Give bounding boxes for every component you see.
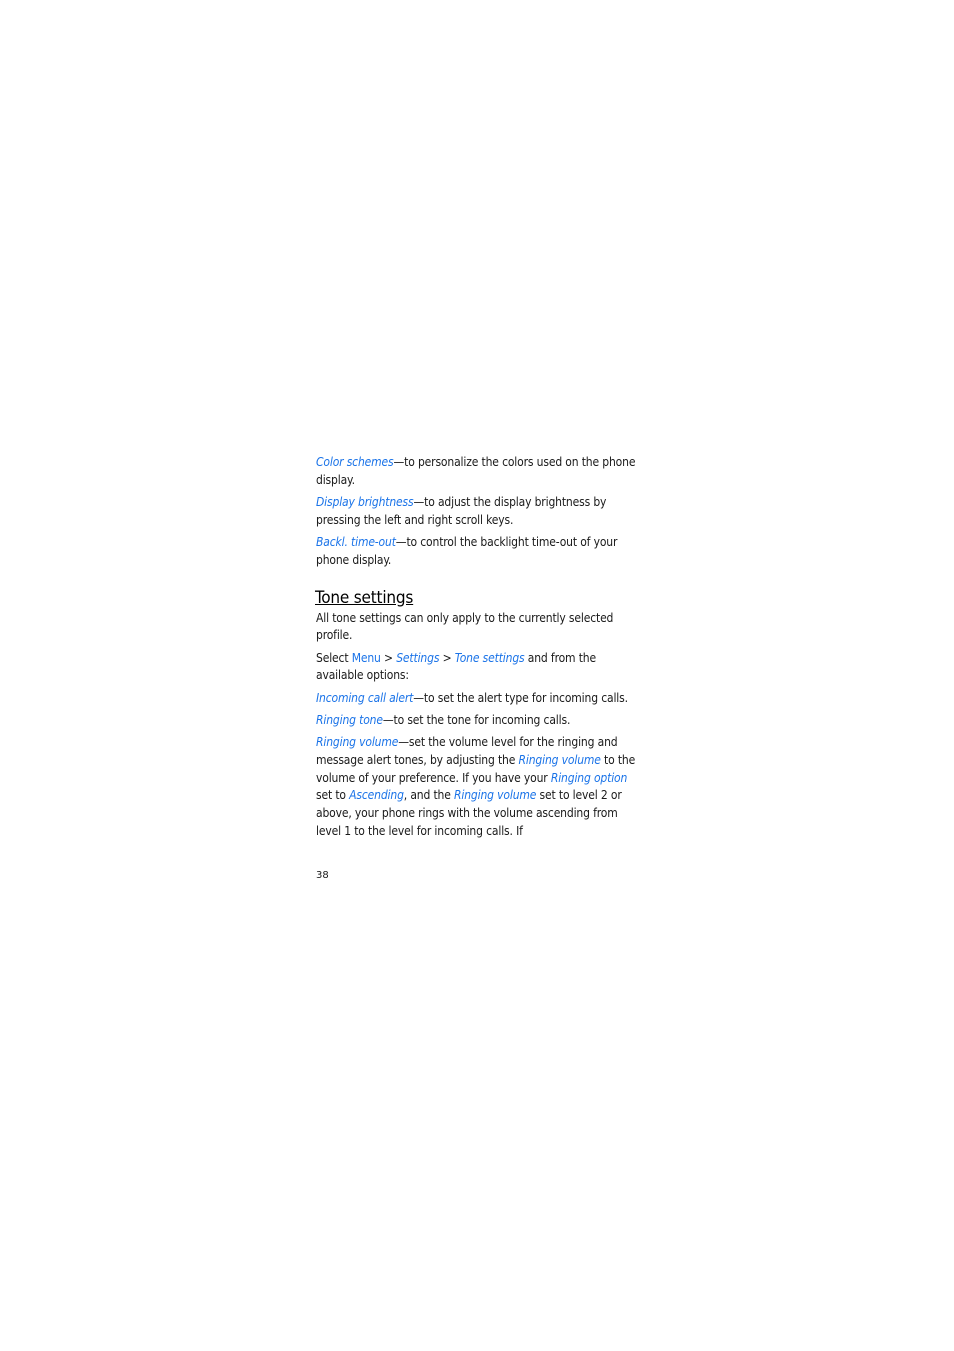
option-ringing-volume: Ringing volume—set the volume level for …	[316, 734, 638, 841]
ringing-volume-link[interactable]: Ringing volume	[519, 753, 601, 767]
section-heading: Tone settings	[315, 587, 414, 608]
description: set to	[316, 788, 350, 803]
menu-path: Select Menu > Settings > Tone settings a…	[316, 650, 638, 686]
menu-link[interactable]: Menu	[352, 651, 381, 665]
option-ringing-tone: Ringing tone—to set the tone for incomin…	[316, 712, 638, 730]
path-separator: >	[439, 650, 455, 665]
option-color-schemes: Color schemes—to personalize the colors …	[316, 454, 638, 490]
option-backlight-timeout: Backl. time-out—to control the backlight…	[316, 534, 638, 570]
option-incoming-call-alert: Incoming call alert—to set the alert typ…	[316, 690, 638, 708]
option-display-brightness: Display brightness—to adjust the display…	[316, 494, 638, 530]
term-link[interactable]: Ringing tone	[316, 713, 383, 727]
path-separator: >	[380, 650, 397, 665]
description: , and the	[403, 788, 455, 803]
tone-settings-link[interactable]: Tone settings	[455, 651, 525, 665]
path-prefix: Select	[316, 650, 352, 665]
term-link[interactable]: Color schemes	[316, 455, 394, 469]
term-link[interactable]: Ringing volume	[316, 735, 398, 749]
settings-link[interactable]: Settings	[396, 651, 439, 665]
term-link[interactable]: Display brightness	[316, 495, 414, 509]
description: —to set the alert type for incoming call…	[413, 690, 628, 705]
section-intro: All tone settings can only apply to the …	[316, 610, 614, 643]
page-content: Color schemes—to personalize the colors …	[315, 454, 638, 845]
ringing-volume-link[interactable]: Ringing volume	[454, 788, 536, 802]
description: —to set the tone for incoming calls.	[382, 712, 571, 727]
term-link[interactable]: Incoming call alert	[316, 691, 413, 705]
term-link[interactable]: Backl. time-out	[316, 535, 396, 549]
page-number: 38	[316, 870, 329, 881]
ascending-link[interactable]: Ascending	[349, 788, 404, 802]
ringing-option-link[interactable]: Ringing option	[551, 771, 628, 785]
